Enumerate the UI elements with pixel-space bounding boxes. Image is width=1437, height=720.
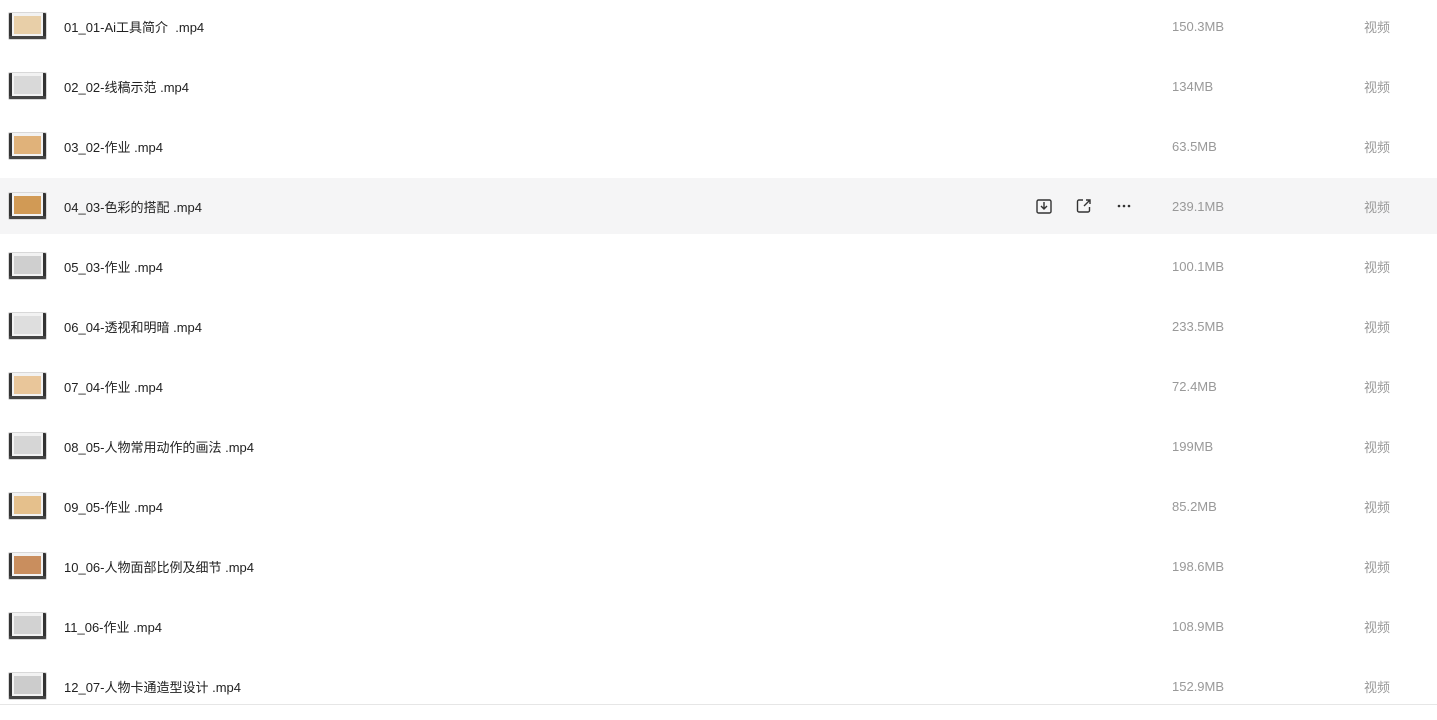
file-size: 85.2MB: [1172, 498, 1217, 514]
file-row[interactable]: 10_06-人物面部比例及细节 .mp4 198.6MB 视频: [0, 536, 1437, 596]
video-thumbnail[interactable]: [8, 252, 47, 280]
file-row[interactable]: 05_03-作业 .mp4 100.1MB 视频: [0, 236, 1437, 296]
video-thumbnail[interactable]: [8, 12, 47, 40]
file-name[interactable]: 10_06-人物面部比例及细节 .mp4: [64, 557, 254, 576]
video-thumbnail[interactable]: [8, 552, 47, 580]
file-name[interactable]: 02_02-线稿示范 .mp4: [64, 77, 189, 96]
video-thumbnail[interactable]: [8, 72, 47, 100]
more-icon[interactable]: [1114, 196, 1134, 216]
file-name[interactable]: 08_05-人物常用动作的画法 .mp4: [64, 437, 254, 456]
download-icon[interactable]: [1034, 196, 1054, 216]
file-type: 视频: [1364, 379, 1391, 395]
file-name[interactable]: 09_05-作业 .mp4: [64, 497, 163, 516]
file-size: 134MB: [1172, 78, 1214, 94]
file-row[interactable]: 01_01-Ai工具简介 .mp4 150.3MB 视频: [0, 0, 1437, 56]
video-thumbnail[interactable]: [8, 612, 47, 640]
file-type: 视频: [1364, 139, 1391, 155]
video-thumbnail[interactable]: [8, 672, 47, 700]
file-type: 视频: [1364, 499, 1391, 515]
file-row[interactable]: 03_02-作业 .mp4 63.5MB 视频: [0, 116, 1437, 176]
video-thumbnail[interactable]: [8, 372, 47, 400]
file-name[interactable]: 05_03-作业 .mp4: [64, 257, 163, 276]
file-type: 视频: [1364, 199, 1391, 215]
file-row[interactable]: 09_05-作业 .mp4 85.2MB 视频: [0, 476, 1437, 536]
file-size: 72.4MB: [1172, 378, 1217, 394]
file-row[interactable]: 02_02-线稿示范 .mp4 134MB 视频: [0, 56, 1437, 116]
file-type: 视频: [1364, 319, 1391, 335]
file-list: 01_01-Ai工具简介 .mp4 150.3MB 视频 02_02-线稿示范 .mp…: [0, 0, 1437, 716]
file-row[interactable]: 12_07-人物卡通造型设计 .mp4 152.9MB 视频: [0, 656, 1437, 716]
file-type: 视频: [1364, 559, 1391, 575]
file-size: 239.1MB: [1172, 198, 1225, 214]
divider: [0, 704, 1437, 705]
file-size: 233.5MB: [1172, 318, 1225, 334]
file-type: 视频: [1364, 259, 1391, 275]
row-actions: [1034, 178, 1154, 234]
video-thumbnail[interactable]: [8, 492, 47, 520]
file-row[interactable]: 07_04-作业 .mp4 72.4MB 视频: [0, 356, 1437, 416]
file-row[interactable]: 08_05-人物常用动作的画法 .mp4 199MB 视频: [0, 416, 1437, 476]
file-type: 视频: [1364, 439, 1391, 455]
video-thumbnail[interactable]: [8, 432, 47, 460]
file-name[interactable]: 01_01-Ai工具简介 .mp4: [64, 17, 204, 36]
file-size: 152.9MB: [1172, 678, 1225, 694]
video-thumbnail[interactable]: [8, 132, 47, 160]
file-type: 视频: [1364, 79, 1391, 95]
file-row[interactable]: 11_06-作业 .mp4 108.9MB 视频: [0, 596, 1437, 656]
file-size: 198.6MB: [1172, 558, 1225, 574]
share-icon[interactable]: [1074, 196, 1094, 216]
file-type: 视频: [1364, 619, 1391, 635]
file-type: 视频: [1364, 19, 1391, 35]
file-size: 150.3MB: [1172, 18, 1225, 34]
video-thumbnail[interactable]: [8, 192, 47, 220]
file-size: 108.9MB: [1172, 618, 1225, 634]
file-type: 视频: [1364, 679, 1391, 695]
file-size: 100.1MB: [1172, 258, 1225, 274]
file-row[interactable]: 06_04-透视和明暗 .mp4 233.5MB 视频: [0, 296, 1437, 356]
file-size: 199MB: [1172, 438, 1214, 454]
file-name[interactable]: 07_04-作业 .mp4: [64, 377, 163, 396]
file-size: 63.5MB: [1172, 138, 1217, 154]
file-name[interactable]: 11_06-作业 .mp4: [64, 617, 162, 636]
file-name[interactable]: 06_04-透视和明暗 .mp4: [64, 317, 202, 336]
file-name[interactable]: 12_07-人物卡通造型设计 .mp4: [64, 677, 241, 696]
file-name[interactable]: 04_03-色彩的搭配 .mp4: [64, 197, 202, 216]
video-thumbnail[interactable]: [8, 312, 47, 340]
file-row[interactable]: 04_03-色彩的搭配 .mp4 239.1MB 视频: [0, 178, 1437, 234]
file-name[interactable]: 03_02-作业 .mp4: [64, 137, 163, 156]
